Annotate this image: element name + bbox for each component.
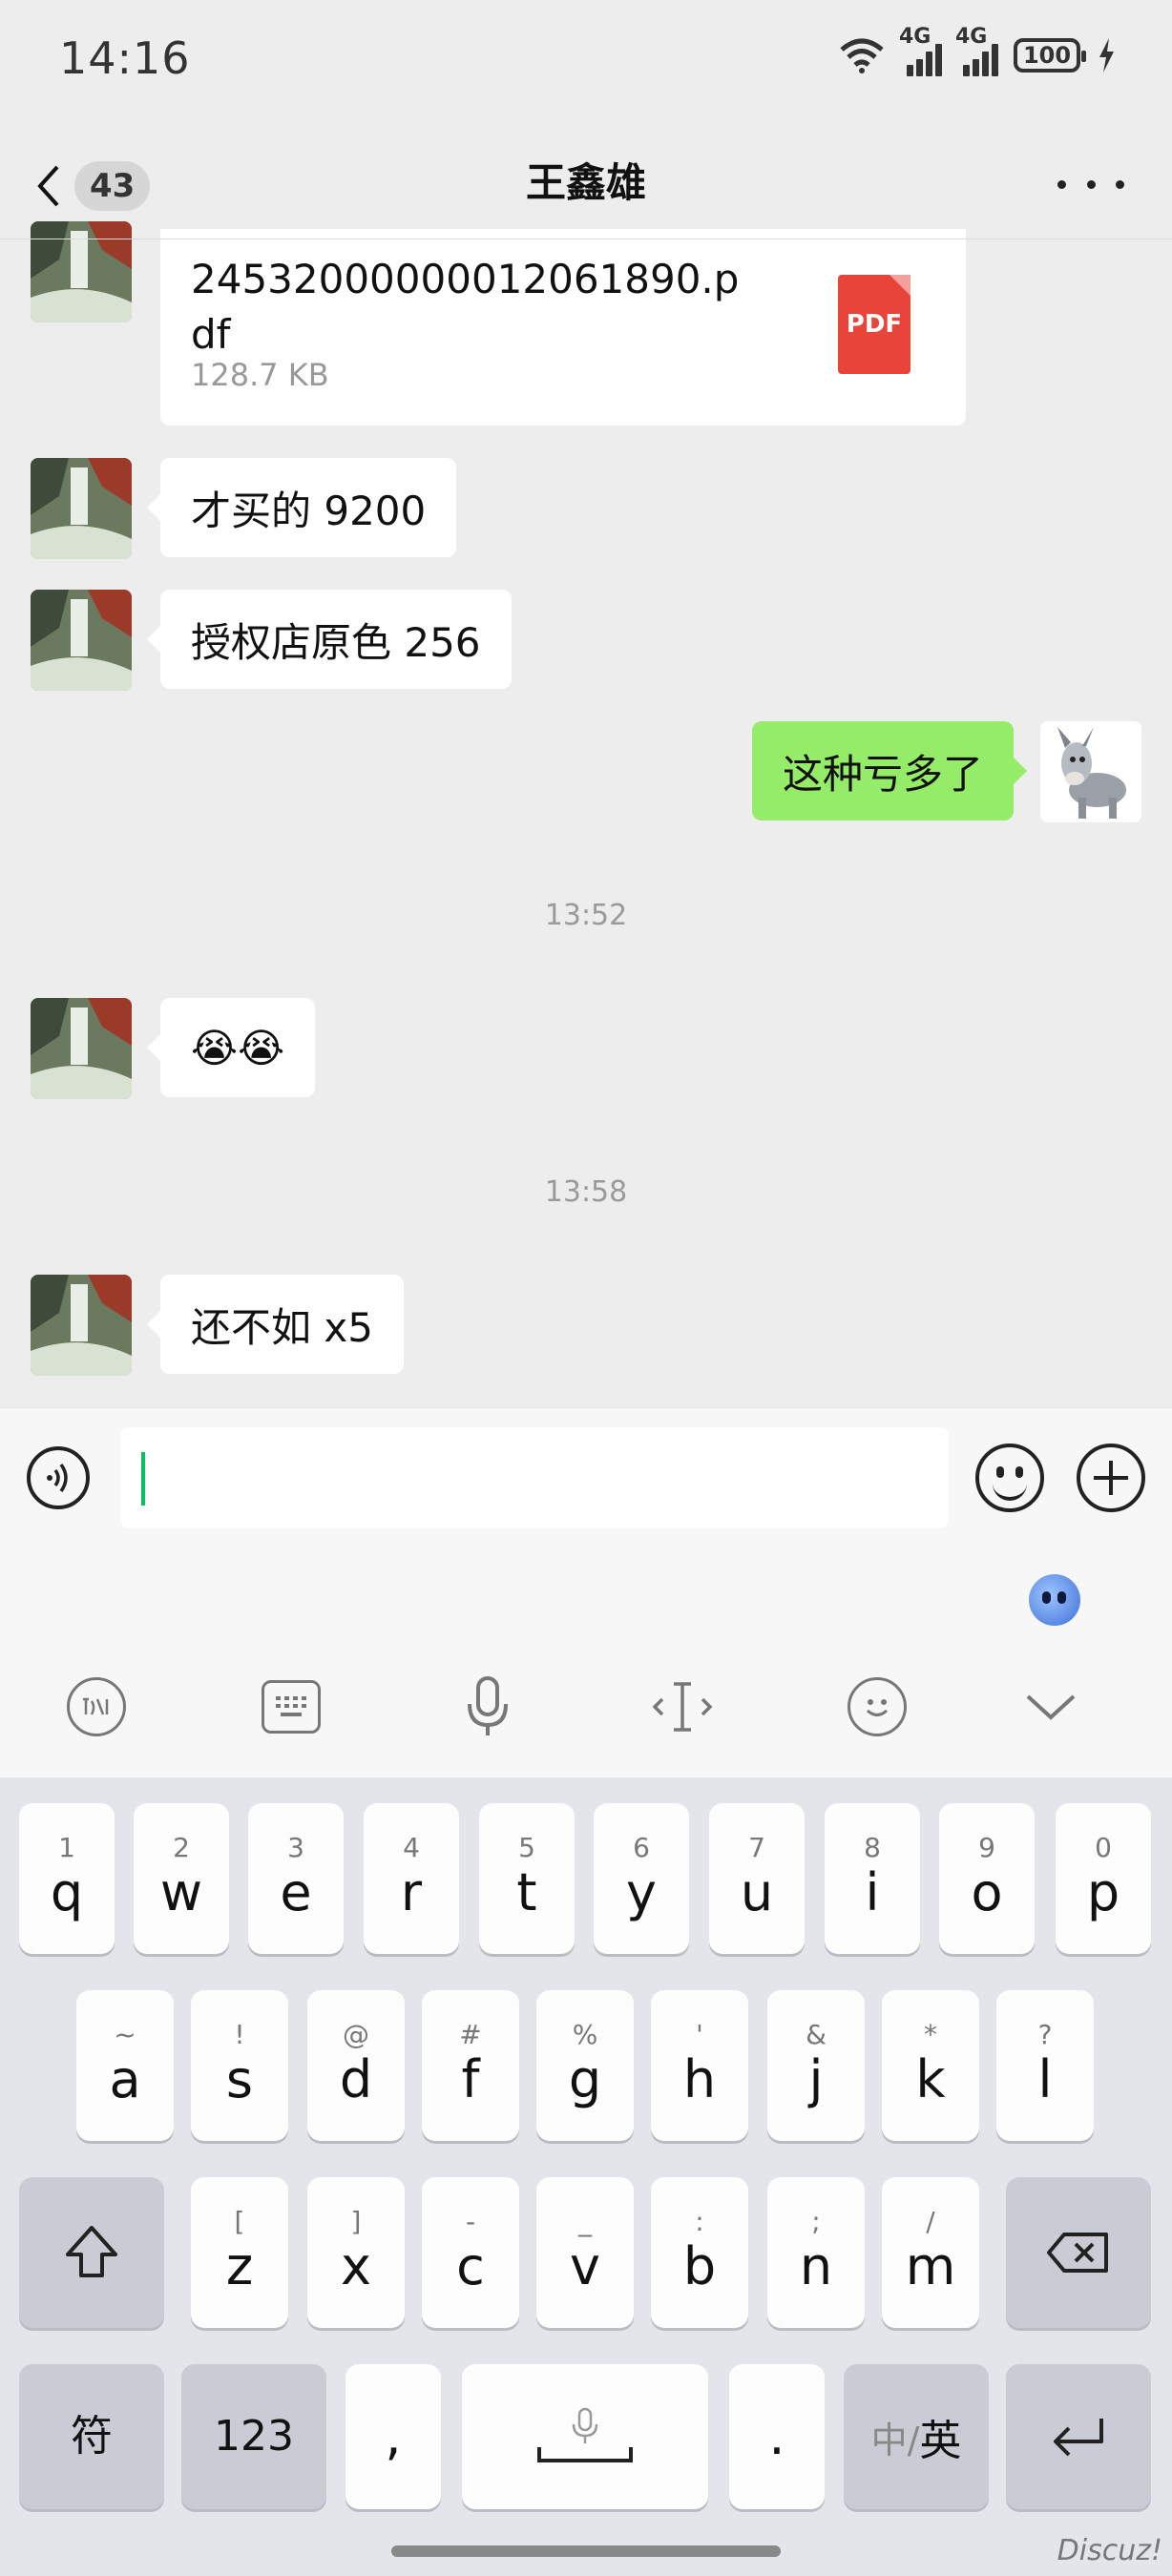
text-cursor-icon [652,1682,713,1732]
key-n[interactable]: ; n [767,2177,865,2328]
key-c[interactable]: -c [422,2177,519,2328]
contact-avatar[interactable] [31,1275,132,1376]
voice-tool[interactable] [454,1673,521,1740]
sound-wave-icon [47,1463,68,1493]
key-z[interactable]: [z [191,2177,288,2328]
pdf-file-icon: PDF [838,275,910,374]
status-time: 14:16 [59,32,191,84]
chat-title: 王鑫雄 [525,159,646,206]
period-key[interactable]: . [729,2364,825,2509]
key-o[interactable]: 9o [939,1803,1035,1954]
key-e[interactable]: 3e [248,1803,344,1954]
key-j[interactable]: & j [767,1990,865,2141]
chevron-down-icon [1026,1694,1076,1720]
battery-icon: 100 [1014,38,1086,73]
key-x[interactable]: ] x [307,2177,405,2328]
voice-input-button[interactable] [27,1446,90,1509]
lang-chinese-label: 中/ [870,2419,920,2462]
cellular-signal-icon: 4G [899,25,942,76]
comma-key[interactable]: , [345,2364,441,2509]
emoji-tool[interactable] [844,1673,910,1740]
key-f[interactable]: # f [422,1990,519,2141]
numbers-key[interactable]: 123 [181,2364,326,2509]
key-y[interactable]: 6y [594,1803,689,1954]
shift-arrow-icon [66,2226,117,2277]
message-bubble[interactable]: 还不如 x5 [147,1275,404,1374]
key-i[interactable]: 8i [825,1803,920,1954]
contact-avatar[interactable] [31,998,132,1099]
dot-icon [1086,179,1096,189]
contact-avatar[interactable] [31,221,132,322]
spacebar-icon [537,2447,633,2462]
key-q[interactable]: 1q [19,1803,115,1954]
file-size: 128.7 KB [191,357,329,393]
contact-avatar[interactable] [31,590,132,691]
key-d[interactable]: @ d [307,1990,405,2141]
key-v[interactable]: _ v [536,2177,634,2328]
key-a[interactable]: ~ a [76,1990,174,2141]
hide-keyboard-tool[interactable] [1017,1673,1084,1740]
smiley-icon [848,1677,907,1736]
key-l[interactable]: ? l [996,1990,1094,2141]
key-h[interactable]: ' h [651,1990,748,2141]
message-timestamp: 13:52 [544,899,628,932]
text-caret [141,1452,145,1506]
key-r[interactable]: 4r [364,1803,459,1954]
charging-bolt-icon [1099,38,1114,73]
dot-icon [1116,179,1124,189]
file-name: 24532000000012061890.pdf [191,256,740,358]
enter-key[interactable] [1006,2364,1151,2509]
message-bubble[interactable]: 授权店原色 256 [147,590,512,689]
more-options-button[interactable] [1057,160,1124,208]
backspace-icon [1047,2233,1108,2273]
voice-translate-tool[interactable] [63,1673,130,1740]
cellular-signal-icon: 4G [955,25,998,76]
dot-icon [1057,179,1066,189]
contact-avatar[interactable] [31,458,132,559]
lang-english-label: 英 [919,2417,962,2465]
keyboard-icon [262,1680,321,1734]
key-g[interactable]: % g [536,1990,634,2141]
message-input[interactable] [120,1427,949,1528]
key-s[interactable]: ! s [191,1990,288,2141]
key-u[interactable]: 7u [709,1803,805,1954]
emoji-button[interactable] [975,1444,1044,1512]
symbols-key[interactable]: 符 [19,2364,164,2509]
watermark: Discuz! [1057,2534,1162,2567]
keyboard-assistant-icon[interactable] [1029,1574,1080,1626]
keyboard-layout-tool[interactable] [258,1673,324,1740]
return-arrow-icon [1054,2419,1103,2457]
cursor-tool[interactable] [649,1673,716,1740]
message-timestamp: 13:58 [544,1175,628,1209]
file-message-card[interactable]: 24532000000012061890.pdf 128.7 KB PDF [160,229,966,426]
key-p[interactable]: 0p [1056,1803,1151,1954]
status-icons: 4G 4G 100 [838,25,1117,76]
wifi-icon [840,38,884,73]
microphone-icon [468,1676,508,1735]
translate-icon [67,1677,126,1736]
message-bubble[interactable]: 😭😭 [146,998,316,1097]
space-key[interactable] [462,2364,708,2509]
my-message-bubble[interactable]: 这种亏多了 [751,721,1028,821]
more-functions-button[interactable] [1077,1444,1145,1512]
key-m[interactable]: / m [882,2177,979,2328]
key-w[interactable]: 2w [134,1803,229,1954]
key-t[interactable]: 5t [479,1803,575,1954]
key-k[interactable]: * k [882,1990,979,2141]
home-indicator[interactable] [391,2545,781,2557]
my-avatar[interactable] [1040,721,1141,822]
language-switch-key[interactable]: 中/英 [844,2364,989,2509]
message-bubble[interactable]: 才买的 9200 [146,458,457,557]
backspace-key[interactable] [1006,2177,1151,2328]
shift-key[interactable] [19,2177,164,2328]
microphone-icon [572,2407,598,2443]
key-b[interactable]: :b [651,2177,748,2328]
